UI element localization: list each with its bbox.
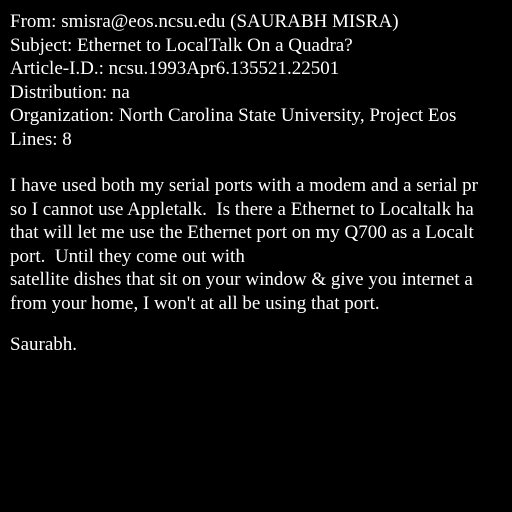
message-view: From: smisra@eos.ncsu.edu (SAURABH MISRA… — [0, 0, 512, 512]
header-distribution: Distribution: na — [10, 81, 130, 103]
message-headers: From: smisra@eos.ncsu.edu (SAURABH MISRA… — [10, 10, 456, 151]
body-line: that will let me use the Ethernet port o… — [10, 222, 474, 243]
header-organization: Organization: North Carolina State Unive… — [10, 105, 457, 126]
message-signature: Saurabh. — [10, 333, 77, 357]
header-lines: Lines: 8 — [10, 128, 72, 150]
body-line: I have used both my serial ports with a … — [10, 175, 479, 196]
message-body: I have used both my serial ports with a … — [10, 174, 478, 315]
header-article-id: Article-I.D.: ncsu.1993Apr6.135521.22501 — [10, 58, 340, 79]
body-line: from your home, I won't at all be using … — [10, 292, 380, 314]
header-from: From: smisra@eos.ncsu.edu (SAURABH MISRA… — [10, 11, 399, 32]
header-subject: Subject: Ethernet to LocalTalk On a Quad… — [10, 34, 353, 56]
body-line: port. Until they come out with — [10, 245, 245, 267]
body-line: satellite dishes that sit on your window… — [10, 269, 473, 290]
signature-line: Saurabh. — [10, 334, 78, 355]
body-line: so I cannot use Appletalk. Is there a Et… — [10, 198, 474, 220]
